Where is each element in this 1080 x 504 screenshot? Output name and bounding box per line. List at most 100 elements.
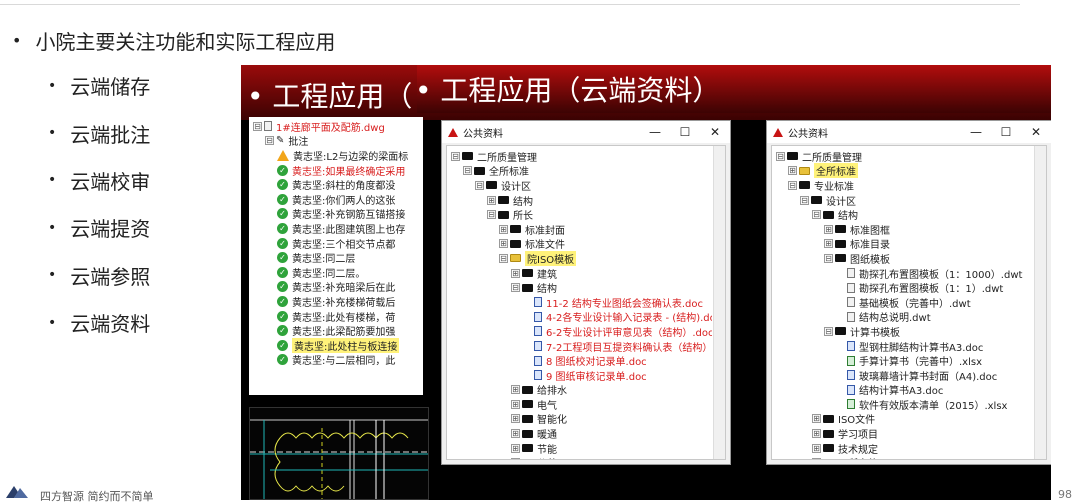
- expand-icon[interactable]: ⊞: [824, 239, 833, 249]
- annotation-item[interactable]: ✓ 黄志坚:此图建筑图上也存: [253, 221, 423, 236]
- expand-icon[interactable]: ⊞: [499, 239, 508, 249]
- annotation-item[interactable]: ✓ 黄志坚:三个相交节点都: [253, 236, 423, 251]
- collapse-icon[interactable]: ⊟: [451, 151, 460, 161]
- window-titlebar[interactable]: 公共资料 — ☐ ✕: [767, 121, 1051, 143]
- annotation-item[interactable]: ✓ 黄志坚:与二层相同，此: [253, 353, 423, 367]
- tree-node[interactable]: 6-2专业设计评审意见表（结构）.doc: [451, 324, 712, 339]
- expand-icon[interactable]: ⊞: [788, 166, 797, 176]
- tree-node[interactable]: ⊟ 设计区: [776, 193, 1034, 208]
- tree-node[interactable]: 8 图纸校对记录单.doc: [451, 353, 712, 368]
- annotation-item[interactable]: ✓ 黄志坚:同二层: [253, 250, 423, 265]
- collapse-icon[interactable]: ⊟: [824, 253, 833, 263]
- close-button[interactable]: ✕: [1021, 125, 1051, 139]
- annotation-item[interactable]: ✓ 黄志坚:你们两人的这张: [253, 192, 423, 207]
- collapse-icon[interactable]: ⊟: [487, 210, 496, 220]
- tree-node[interactable]: ⊞ 标准图框: [776, 222, 1034, 237]
- expand-icon[interactable]: ⊞: [511, 268, 520, 278]
- collapse-icon[interactable]: ⊟: [463, 166, 472, 176]
- tree-node[interactable]: ⊞ 标准封面: [451, 222, 712, 237]
- expand-icon[interactable]: ⊞: [812, 414, 821, 424]
- tree-node[interactable]: ⊞ 电气: [451, 397, 712, 412]
- tree-node[interactable]: ⊟ 图纸模板: [776, 251, 1034, 266]
- expand-icon[interactable]: ⊞: [812, 429, 821, 439]
- expand-icon[interactable]: ⊞: [812, 458, 821, 459]
- tree-node[interactable]: ⊞ 公共: [451, 455, 712, 459]
- tree-node[interactable]: 手算计算书（完善中）.xlsx: [776, 353, 1034, 368]
- maximize-button[interactable]: ☐: [670, 125, 700, 139]
- tree-node[interactable]: ⊞ 建筑: [451, 266, 712, 281]
- tree-node[interactable]: ⊟ 全所标准: [451, 164, 712, 178]
- tree-node[interactable]: 11-2 结构专业图纸会签确认表.doc: [451, 295, 712, 310]
- collapse-icon[interactable]: ⊟: [499, 253, 508, 263]
- vertical-scrollbar[interactable]: [713, 146, 725, 459]
- tree-node[interactable]: ⊟ 二所质量管理: [776, 149, 1034, 164]
- tree-node[interactable]: ⊞ 二所字体: [776, 455, 1034, 459]
- tree-node[interactable]: ⊟ 计算书模板: [776, 324, 1034, 339]
- tree-node[interactable]: ⊞ 学习项目: [776, 426, 1034, 441]
- close-button[interactable]: ✕: [700, 125, 730, 139]
- annotation-item[interactable]: ✓ 黄志坚:如果最终确定采用: [253, 163, 423, 178]
- tree-node[interactable]: ⊞ 标准目录: [776, 237, 1034, 251]
- tree-file-row[interactable]: ⊟ 1#连廊平面及配筋.dwg: [253, 119, 423, 134]
- annotation-item[interactable]: ✓ 黄志坚:此处柱与板连接: [253, 337, 423, 353]
- tree-node[interactable]: ⊞ 给排水: [451, 383, 712, 397]
- tree-node[interactable]: ⊟ 设计区: [451, 178, 712, 193]
- collapse-icon[interactable]: ⊟: [265, 136, 274, 146]
- expand-icon[interactable]: ⊞: [824, 224, 833, 234]
- tree-node[interactable]: 7-2工程项目互提资料确认表（结构）.doc: [451, 339, 712, 354]
- tree-node[interactable]: 勘探孔布置图模板（1：1000）.dwt: [776, 266, 1034, 281]
- expand-icon[interactable]: ⊞: [511, 443, 520, 453]
- collapse-icon[interactable]: ⊟: [788, 180, 797, 190]
- annotation-item[interactable]: 黄志坚:L2与边梁的梁面标: [253, 148, 423, 163]
- annotation-item[interactable]: ✓ 黄志坚:斜柱的角度都没: [253, 177, 423, 192]
- collapse-icon[interactable]: ⊟: [511, 283, 520, 293]
- tree-node[interactable]: 型钢柱脚结构计算书A3.doc: [776, 339, 1034, 354]
- annotation-item[interactable]: ✓ 黄志坚:此处有楼梯，荷: [253, 309, 423, 324]
- collapse-icon[interactable]: ⊟: [776, 151, 785, 161]
- expand-icon[interactable]: ⊞: [812, 443, 821, 453]
- expand-icon[interactable]: ⊞: [511, 429, 520, 439]
- tree-node[interactable]: ⊟ 结构: [776, 207, 1034, 222]
- tree-node[interactable]: ⊞ ISO文件: [776, 412, 1034, 426]
- tree-node[interactable]: 勘探孔布置图模板（1：1）.dwt: [776, 280, 1034, 295]
- annotation-item[interactable]: ✓ 黄志坚:同二层。: [253, 265, 423, 280]
- tree-node[interactable]: ⊞ 全所标准: [776, 163, 1034, 179]
- tree-node[interactable]: ⊞ 节能: [451, 441, 712, 456]
- tree-group-row[interactable]: ⊟ ✎ 批注: [253, 134, 423, 148]
- collapse-icon[interactable]: ⊟: [800, 195, 809, 205]
- expand-icon[interactable]: ⊞: [511, 399, 520, 409]
- tree-node[interactable]: ⊟ 结构: [451, 280, 712, 295]
- window-titlebar[interactable]: 公共资料 — ☐ ✕: [442, 121, 730, 143]
- tree-node[interactable]: 结构总说明.dwt: [776, 310, 1034, 324]
- collapse-icon[interactable]: ⊟: [812, 210, 821, 220]
- annotation-item[interactable]: ✓ 黄志坚:补充钢筋互锚搭接: [253, 207, 423, 221]
- annotation-item[interactable]: ✓ 黄志坚:补充楼梯荷载后: [253, 294, 423, 309]
- tree-node[interactable]: 玻璃幕墙计算书封面（A4).doc: [776, 368, 1034, 383]
- expand-icon[interactable]: ⊞: [511, 385, 520, 395]
- tree-node[interactable]: ⊟ 院ISO模板: [451, 250, 712, 266]
- tree-node[interactable]: ⊞ 技术规定: [776, 441, 1034, 456]
- maximize-button[interactable]: ☐: [991, 125, 1021, 139]
- tree-node[interactable]: ⊟ 二所质量管理: [451, 149, 712, 164]
- tree-node[interactable]: 结构计算书A3.doc: [776, 383, 1034, 397]
- tree-node[interactable]: 软件有效版本清单（2015）.xlsx: [776, 397, 1034, 412]
- annotation-item[interactable]: ✓ 黄志坚:此梁配筋要加强: [253, 323, 423, 338]
- tree-node[interactable]: ⊞ 暖通: [451, 426, 712, 441]
- expand-icon[interactable]: ⊞: [487, 195, 496, 205]
- tree-node[interactable]: 9 图纸审核记录单.doc: [451, 368, 712, 383]
- expand-icon[interactable]: ⊞: [511, 414, 520, 424]
- tree-node[interactable]: 基础模板（完善中）.dwt: [776, 295, 1034, 310]
- minimize-button[interactable]: —: [640, 125, 670, 139]
- tree-node[interactable]: ⊞ 标准文件: [451, 237, 712, 251]
- tree-node[interactable]: ⊞ 智能化: [451, 412, 712, 426]
- tree-node[interactable]: ⊞ 结构: [451, 193, 712, 208]
- tree-node[interactable]: 4-2各专业设计输入记录表 - (结构).doc: [451, 310, 712, 324]
- collapse-icon[interactable]: ⊟: [475, 180, 484, 190]
- expand-icon[interactable]: ⊞: [499, 224, 508, 234]
- collapse-icon[interactable]: ⊟: [253, 121, 262, 131]
- collapse-icon[interactable]: ⊟: [824, 326, 833, 336]
- tree-node[interactable]: ⊟ 所长: [451, 207, 712, 222]
- minimize-button[interactable]: —: [961, 125, 991, 139]
- annotation-item[interactable]: ✓ 黄志坚:补充暗梁后在此: [253, 280, 423, 294]
- expand-icon[interactable]: ⊞: [511, 458, 520, 459]
